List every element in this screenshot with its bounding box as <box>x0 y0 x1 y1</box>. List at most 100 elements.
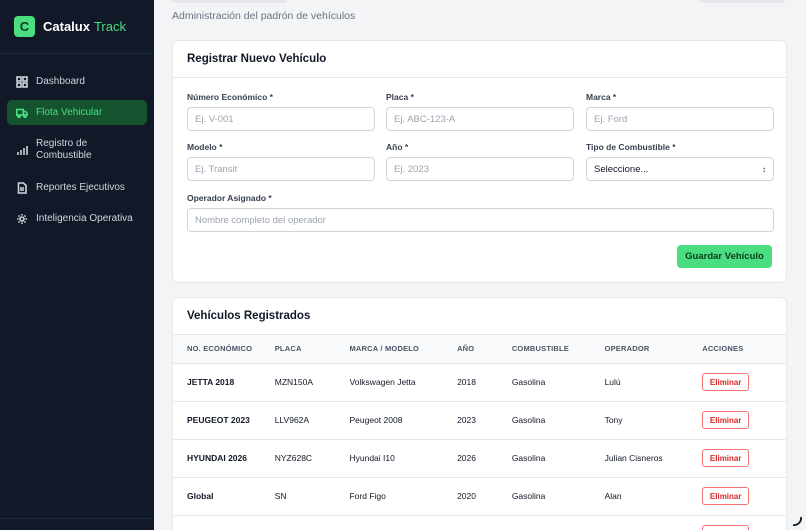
col-header-numero: NO. ECONÓMICO <box>173 335 275 364</box>
table-row: Orosh 2019 SIN Renault Orosh 2019 Gasoli… <box>173 515 786 530</box>
modelo-label: Modelo * <box>187 142 223 152</box>
operador-label: Operador Asignado * <box>187 193 272 203</box>
sidebar-item-inteligencia-operativa[interactable]: Inteligencia Operativa <box>7 206 147 231</box>
numero-economico-label: Número Económico * <box>187 92 273 102</box>
brand-accent-text: Track <box>93 19 126 34</box>
operador-field-group: Operador Asignado * <box>187 193 774 232</box>
vehicles-table: NO. ECONÓMICO PLACA MARCA / MODELO AÑO C… <box>173 335 786 530</box>
sidebar-item-label: Reportes Ejecutivos <box>36 181 125 193</box>
cell-numero: JETTA 2018 <box>173 363 275 402</box>
register-vehicle-header: Registrar Nuevo Vehículo <box>173 41 786 78</box>
registered-vehicles-card: Vehículos Registrados NO. ECONÓMICO PLAC… <box>172 297 787 530</box>
document-icon <box>16 181 28 194</box>
delete-button[interactable]: Eliminar <box>702 449 750 467</box>
cell-acciones: Eliminar <box>702 439 786 478</box>
sidebar-item-label: Inteligencia Operativa <box>36 212 133 224</box>
save-vehicle-button[interactable]: Guardar Vehículo <box>677 245 772 268</box>
cell-anio: 2018 <box>457 363 512 402</box>
sidebar-item-label: Flota Vehicular <box>36 106 103 118</box>
anio-input[interactable] <box>386 157 574 181</box>
numero-economico-field-group: Número Económico * <box>187 92 375 131</box>
col-header-marca-modelo: MARCA / MODELO <box>349 335 458 364</box>
cell-numero: PEUGEOT 2023 <box>173 401 275 440</box>
delete-button[interactable]: Eliminar <box>702 411 750 429</box>
cell-combustible: Gasolina <box>511 401 605 440</box>
table-row: Global SN Ford Figo 2020 Gasolina Alan E… <box>173 477 786 516</box>
cell-combustible: Gasolina <box>511 363 605 402</box>
chevron-up-down-icon: ↕ <box>762 164 766 174</box>
sparkle-icon <box>16 213 28 225</box>
cell-modelo: Peugeot 2008 <box>349 401 458 440</box>
combustible-select[interactable]: Seleccione... ↕ <box>586 157 774 181</box>
marca-field-group: Marca * <box>586 92 774 131</box>
cell-modelo: Hyundai I10 <box>349 439 458 478</box>
cell-acciones: Eliminar <box>702 515 786 530</box>
sidebar-nav: Dashboard Flota Vehicular Registro de Co… <box>0 54 154 231</box>
combustible-label: Tipo de Combustible * <box>586 142 676 152</box>
sidebar-item-dashboard[interactable]: Dashboard <box>7 69 147 94</box>
delete-button[interactable]: Eliminar <box>702 525 750 530</box>
combustible-select-value: Seleccione... <box>594 163 649 175</box>
brand-name: Catalux Track <box>43 19 126 34</box>
marca-input[interactable] <box>586 107 774 131</box>
loading-spinner-icon <box>792 516 802 526</box>
header-decoration <box>172 0 287 3</box>
cell-anio: 2019 <box>457 515 512 530</box>
cell-operador: Alan <box>604 477 703 516</box>
cell-acciones: Eliminar <box>702 401 786 440</box>
cell-placa: LLV962A <box>274 401 350 440</box>
page-subtitle: Administración del padrón de vehículos <box>172 10 356 22</box>
sidebar-item-reportes-ejecutivos[interactable]: Reportes Ejecutivos <box>7 175 147 200</box>
col-header-placa: PLACA <box>274 335 350 364</box>
register-vehicle-title: Registrar Nuevo Vehículo <box>187 53 327 65</box>
cell-operador: Juan <box>604 515 703 530</box>
cell-numero: HYUNDAI 2026 <box>173 439 275 478</box>
sidebar-item-flota-vehicular[interactable]: Flota Vehicular <box>7 100 147 125</box>
delete-button[interactable]: Eliminar <box>702 373 750 391</box>
modelo-field-group: Modelo * <box>187 142 375 181</box>
cell-placa: SIN <box>274 515 350 530</box>
col-header-acciones: ACCIONES <box>702 335 786 364</box>
table-row: PEUGEOT 2023 LLV962A Peugeot 2008 2023 G… <box>173 401 786 440</box>
marca-label: Marca * <box>586 92 617 102</box>
cell-placa: NYZ628C <box>274 439 350 478</box>
cell-numero: Orosh 2019 <box>173 515 275 530</box>
bar-chart-icon <box>16 144 28 156</box>
cell-operador: Julian Cisneros <box>604 439 703 478</box>
cell-placa: SN <box>274 477 350 516</box>
grid-icon <box>16 75 28 88</box>
table-row: JETTA 2018 MZN150A Volkswagen Jetta 2018… <box>173 363 786 402</box>
table-header-row: NO. ECONÓMICO PLACA MARCA / MODELO AÑO C… <box>173 335 786 364</box>
brand-name-text: Catalux <box>43 19 90 34</box>
cell-anio: 2020 <box>457 477 512 516</box>
col-header-combustible: COMBUSTIBLE <box>511 335 605 364</box>
cell-placa: MZN150A <box>274 363 350 402</box>
registered-vehicles-title: Vehículos Registrados <box>187 310 311 322</box>
placa-input[interactable] <box>386 107 574 131</box>
combustible-field-group: Tipo de Combustible * Seleccione... ↕ <box>586 142 774 181</box>
col-header-operador: OPERADOR <box>604 335 703 364</box>
sidebar-item-registro-combustible[interactable]: Registro de Combustible <box>7 131 147 169</box>
sidebar-item-label: Registro de Combustible <box>36 138 92 161</box>
modelo-input[interactable] <box>187 157 375 181</box>
brand: C Catalux Track <box>0 0 154 54</box>
cell-combustible: Gasolina <box>511 515 605 530</box>
cell-modelo: Renault Orosh <box>349 515 458 530</box>
numero-economico-input[interactable] <box>187 107 375 131</box>
col-header-anio: AÑO <box>457 335 512 364</box>
brand-logo: C <box>14 16 35 37</box>
anio-field-group: Año * <box>386 142 574 181</box>
delete-button[interactable]: Eliminar <box>702 487 750 505</box>
cell-operador: Tony <box>604 401 703 440</box>
sidebar-item-label: Dashboard <box>36 75 85 87</box>
header-decoration-right <box>700 0 785 3</box>
sidebar-footer <box>0 518 154 530</box>
anio-label: Año * <box>386 142 409 152</box>
table-row: HYUNDAI 2026 NYZ628C Hyundai I10 2026 Ga… <box>173 439 786 478</box>
cell-operador: Lulú <box>604 363 703 402</box>
cell-combustible: Gasolina <box>511 477 605 516</box>
truck-icon <box>16 107 28 119</box>
operador-input[interactable] <box>187 208 774 232</box>
cell-anio: 2026 <box>457 439 512 478</box>
placa-field-group: Placa * <box>386 92 574 131</box>
